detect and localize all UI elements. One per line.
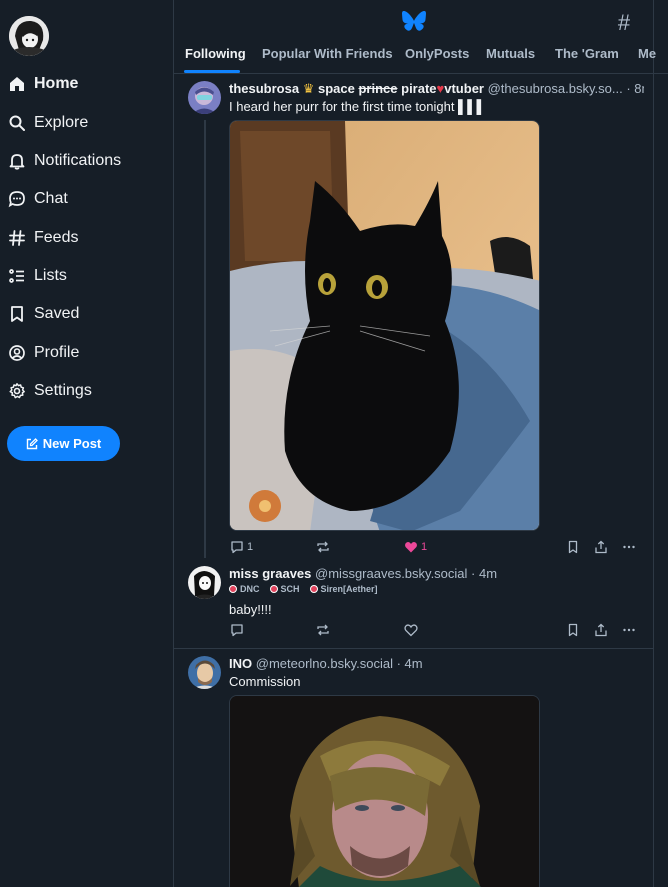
repost-button[interactable] <box>316 540 330 554</box>
post-author-handle[interactable]: @missgraaves.bsky.social · 4m <box>315 566 497 581</box>
more-options-button[interactable] <box>622 623 636 637</box>
heart-filled-icon <box>405 542 417 553</box>
compose-icon <box>26 437 38 449</box>
avatar[interactable] <box>188 566 221 599</box>
sidebar-item-label: Notifications <box>34 152 122 169</box>
ellipsis-icon <box>623 545 635 549</box>
sidebar-item-label: Chat <box>34 190 68 207</box>
sidebar-item-feeds[interactable]: Feeds <box>8 224 78 252</box>
reply-button[interactable]: 1 <box>230 540 253 554</box>
label-badge-icon <box>269 585 278 593</box>
post-author-name[interactable]: INO <box>229 656 252 671</box>
post-text: Commission <box>229 674 301 689</box>
search-icon <box>9 115 25 131</box>
new-post-button[interactable]: New Post <box>7 426 120 461</box>
share-icon <box>595 623 607 637</box>
post-image-cat[interactable] <box>229 120 540 531</box>
avatar[interactable] <box>188 656 221 689</box>
repost-icon <box>317 624 329 636</box>
chat-icon <box>8 191 25 208</box>
feed-divider <box>653 0 654 887</box>
profile-icon <box>9 345 25 361</box>
label-badge-icon <box>229 585 237 593</box>
sidebar-item-lists[interactable]: Lists <box>8 262 67 290</box>
label-chip[interactable]: DNC <box>229 584 260 594</box>
sidebar-item-label: Lists <box>34 267 67 284</box>
bookmark-button[interactable] <box>566 540 580 554</box>
sidebar: Home Explore Notifications Chat Feeds Li… <box>0 0 174 887</box>
sidebar-item-chat[interactable]: Chat <box>8 185 68 213</box>
tab-popular-with-friends[interactable]: Popular With Friends <box>262 46 393 61</box>
tab-active-indicator <box>184 70 240 73</box>
sidebar-item-notifications[interactable]: Notifications <box>8 147 121 175</box>
hash-icon <box>9 230 25 246</box>
bookmark-icon <box>568 540 578 554</box>
sidebar-item-label: Profile <box>34 344 80 361</box>
post-author-handle[interactable]: @thesubrosa.bsky.so... <box>488 81 623 96</box>
avatar[interactable] <box>188 81 221 114</box>
user-avatar[interactable] <box>9 16 49 56</box>
repost-icon <box>317 541 329 553</box>
post-header: INO @meteorlno.bsky.social · 4m <box>229 656 644 671</box>
sidebar-divider <box>173 0 174 887</box>
tab-mutuals[interactable]: Mutuals <box>486 46 535 61</box>
reply-icon <box>231 624 243 637</box>
like-button[interactable]: 1 <box>404 540 427 554</box>
post-header: thesubrosa ♛ space prince pirate♥vtuber … <box>229 81 644 97</box>
post-text: baby!!!! <box>229 602 272 617</box>
ellipsis-icon <box>623 628 635 632</box>
post-image-commission[interactable] <box>229 695 540 887</box>
list-icon <box>9 269 24 283</box>
more-options-button[interactable] <box>622 540 636 554</box>
bookmark-icon <box>11 306 23 322</box>
sidebar-item-label: Home <box>34 75 79 92</box>
bookmark-icon <box>568 623 578 637</box>
gear-icon <box>9 383 25 399</box>
crown-icon: ♛ <box>302 81 315 96</box>
sidebar-item-explore[interactable]: Explore <box>8 109 88 137</box>
post-header: miss graaves @missgraaves.bsky.social · … <box>229 566 644 581</box>
bluesky-logo-icon[interactable] <box>402 11 426 32</box>
post-author-name[interactable]: miss graaves <box>229 566 311 581</box>
heart-icon <box>404 624 418 637</box>
reply-count: 1 <box>247 541 254 553</box>
sidebar-item-label: Feeds <box>34 229 79 246</box>
like-count: 1 <box>421 541 428 553</box>
share-icon <box>595 540 607 554</box>
label-chip[interactable]: Siren[Aether] <box>309 584 378 594</box>
like-button[interactable] <box>404 623 418 637</box>
reply-button[interactable] <box>230 623 244 637</box>
post-timestamp[interactable]: · 8m <box>626 81 644 96</box>
bookmark-button[interactable] <box>566 623 580 637</box>
tab-me[interactable]: Me <box>638 46 656 61</box>
post-text: I heard her purr for the first time toni… <box>229 99 486 114</box>
sidebar-item-label: Explore <box>34 114 89 131</box>
share-button[interactable] <box>594 540 608 554</box>
tab-the-gram[interactable]: The 'Gram <box>555 46 619 61</box>
moderation-labels: DNC SCH Siren[Aether] <box>229 584 378 594</box>
feed-tabs: Following Popular With Friends OnlyPosts… <box>174 40 668 74</box>
reply-icon <box>231 541 243 554</box>
feeds-hash-icon[interactable]: # <box>612 10 636 35</box>
sidebar-item-profile[interactable]: Profile <box>8 339 79 367</box>
sidebar-item-saved[interactable]: Saved <box>8 300 79 328</box>
label-chip[interactable]: SCH <box>269 584 300 594</box>
label-badge-icon <box>309 585 318 593</box>
bell-icon <box>9 154 25 170</box>
new-post-label: New Post <box>42 436 102 451</box>
sidebar-item-home[interactable]: Home <box>8 70 78 98</box>
tab-following[interactable]: Following <box>185 46 246 61</box>
post-author-handle[interactable]: @meteorlno.bsky.social · 4m <box>256 656 423 671</box>
post-divider <box>174 648 654 649</box>
repost-button[interactable] <box>316 623 330 637</box>
post-author-name[interactable]: thesubrosa ♛ space prince pirate♥vtuber <box>229 81 484 96</box>
thread-line <box>204 120 206 558</box>
share-button[interactable] <box>594 623 608 637</box>
sidebar-item-label: Saved <box>34 305 80 322</box>
home-icon <box>10 77 24 91</box>
tab-onlyposts[interactable]: OnlyPosts <box>405 46 469 61</box>
sidebar-item-label: Settings <box>34 382 92 399</box>
sidebar-item-settings[interactable]: Settings <box>8 377 92 405</box>
